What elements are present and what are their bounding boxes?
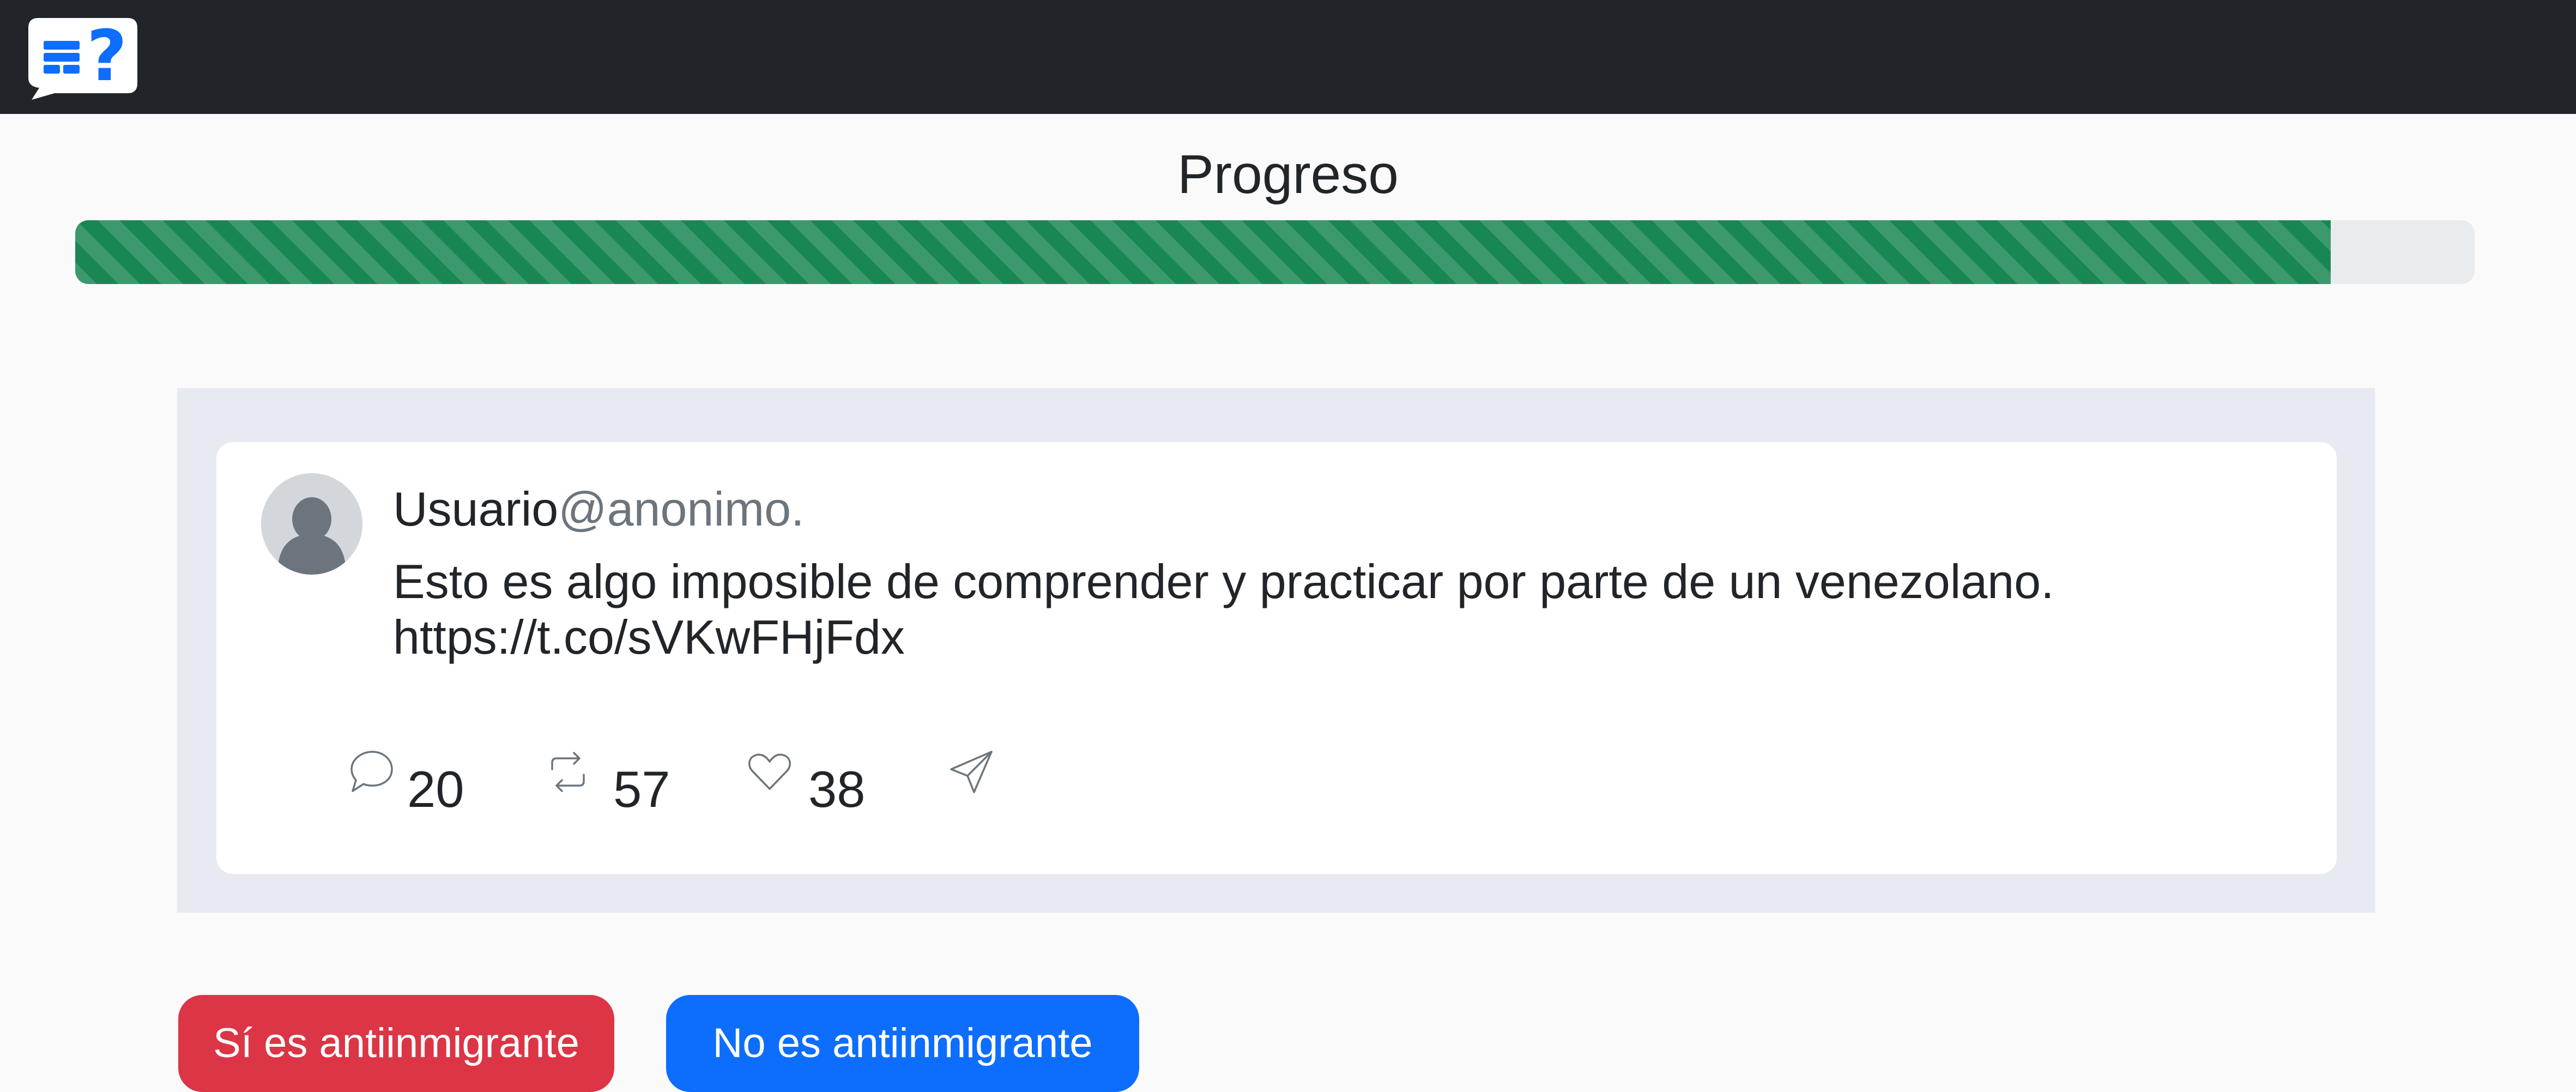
- tweet-container: Usuario@anonimo. Esto es algo imposible …: [177, 388, 2375, 913]
- tweet-username: Usuario: [393, 482, 559, 536]
- chat-question-logo-icon[interactable]: ?: [28, 16, 137, 100]
- tweet-text: Esto es algo imposible de comprender y p…: [393, 554, 2054, 664]
- progress-title: Progreso: [1177, 144, 1399, 205]
- yes-antiimmigrant-button[interactable]: Sí es antiinmigrante: [178, 995, 614, 1092]
- progress-bar-fill: [75, 220, 2331, 284]
- like-count: 38: [808, 761, 866, 818]
- retweet-icon[interactable]: [543, 747, 592, 797]
- reply-count: 20: [407, 761, 464, 818]
- no-antiimmigrant-button[interactable]: No es antiinmigrante: [666, 995, 1139, 1092]
- svg-text:?: ?: [87, 18, 127, 97]
- chat-bubble-icon[interactable]: [347, 747, 396, 797]
- progress-bar: [75, 220, 2475, 284]
- tweet-actions: 20 57 38: [216, 747, 2337, 824]
- send-icon[interactable]: [947, 747, 996, 797]
- heart-icon[interactable]: [745, 747, 794, 797]
- tweet-header: Usuario@anonimo.: [393, 479, 805, 539]
- person-avatar-icon: [261, 473, 362, 575]
- top-navbar: ?: [0, 0, 2576, 114]
- retweet-count: 57: [613, 761, 670, 818]
- tweet-handle: @anonimo.: [558, 482, 805, 536]
- tweet-card: Usuario@anonimo. Esto es algo imposible …: [216, 442, 2337, 874]
